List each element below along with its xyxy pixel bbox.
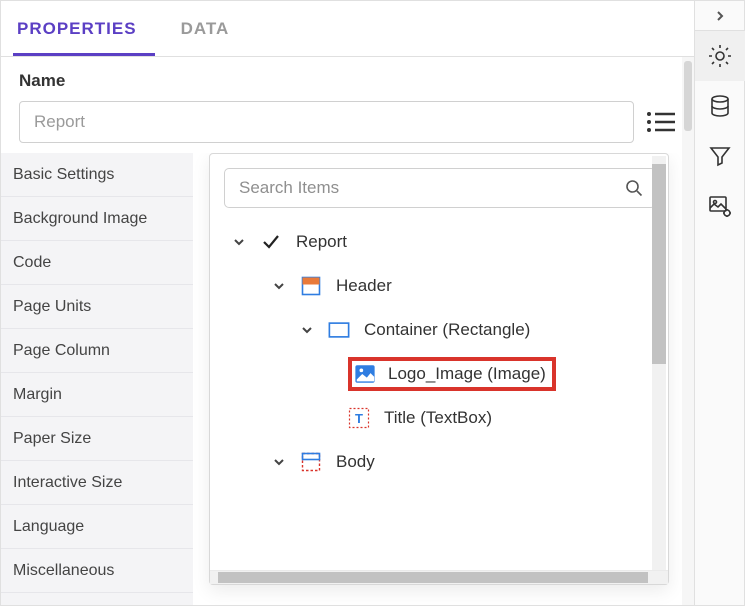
tree-label: Header: [336, 276, 392, 296]
sidebar-settings[interactable]: [695, 31, 745, 81]
sidebar-image-settings[interactable]: [695, 181, 745, 231]
tree-node-header[interactable]: Header: [224, 264, 648, 308]
tree-label: Body: [336, 452, 375, 472]
search-items[interactable]: [224, 168, 656, 208]
image-icon: [354, 363, 376, 385]
item-list-icon[interactable]: [644, 106, 676, 138]
filter-icon: [708, 144, 732, 168]
tree-label: Title (TextBox): [384, 408, 492, 428]
settings-row-language[interactable]: Language: [1, 505, 193, 549]
tree-node-title[interactable]: T Title (TextBox): [224, 396, 648, 440]
settings-row-interactive-size[interactable]: Interactive Size: [1, 461, 193, 505]
settings-categories: Basic Settings Background Image Code Pag…: [1, 153, 193, 605]
settings-row-code[interactable]: Code: [1, 241, 193, 285]
chevron-down-icon: [230, 233, 248, 251]
settings-row-margin[interactable]: Margin: [1, 373, 193, 417]
sidebar-data[interactable]: [695, 81, 745, 131]
collapse-sidebar[interactable]: [695, 1, 744, 31]
tree-node-report[interactable]: Report: [224, 220, 648, 264]
panel-vertical-scrollbar[interactable]: [682, 57, 694, 605]
textbox-icon: T: [348, 407, 370, 429]
popup-horizontal-scrollbar[interactable]: [210, 570, 668, 584]
settings-row-page-column[interactable]: Page Column: [1, 329, 193, 373]
check-icon: [260, 231, 282, 253]
search-input[interactable]: [237, 177, 625, 199]
chevron-down-icon: [270, 277, 288, 295]
tree-node-logo-image[interactable]: Logo_Image (Image): [224, 352, 648, 396]
right-sidebar: [694, 1, 744, 605]
gear-icon: [707, 43, 733, 69]
chevron-down-icon: [298, 321, 316, 339]
item-tree-popup: Report Header: [209, 153, 669, 585]
highlight-box: Logo_Image (Image): [348, 357, 556, 391]
image-gear-icon: [708, 194, 732, 218]
database-icon: [708, 94, 732, 118]
sidebar-filter[interactable]: [695, 131, 745, 181]
search-icon: [625, 179, 643, 197]
tree-node-container[interactable]: Container (Rectangle): [224, 308, 648, 352]
settings-row-paper-size[interactable]: Paper Size: [1, 417, 193, 461]
tree-label: Logo_Image (Image): [388, 364, 546, 384]
tab-properties[interactable]: PROPERTIES: [13, 1, 155, 56]
rectangle-icon: [328, 319, 350, 341]
chevron-down-icon: [270, 453, 288, 471]
tree-label: Container (Rectangle): [364, 320, 530, 340]
name-input[interactable]: [19, 101, 634, 143]
svg-text:T: T: [355, 411, 363, 426]
body-icon: [300, 451, 322, 473]
property-tabs: PROPERTIES DATA: [1, 1, 694, 57]
name-label: Name: [19, 71, 676, 91]
settings-row-miscellaneous[interactable]: Miscellaneous: [1, 549, 193, 593]
tab-data[interactable]: DATA: [177, 1, 248, 56]
popup-vertical-scrollbar[interactable]: [652, 156, 666, 570]
settings-row-page-units[interactable]: Page Units: [1, 285, 193, 329]
settings-row-background-image[interactable]: Background Image: [1, 197, 193, 241]
header-icon: [300, 275, 322, 297]
tree-label: Report: [296, 232, 347, 252]
name-section: Name: [1, 57, 694, 153]
tree-node-body[interactable]: Body: [224, 440, 648, 484]
settings-row-basic[interactable]: Basic Settings: [1, 153, 193, 197]
